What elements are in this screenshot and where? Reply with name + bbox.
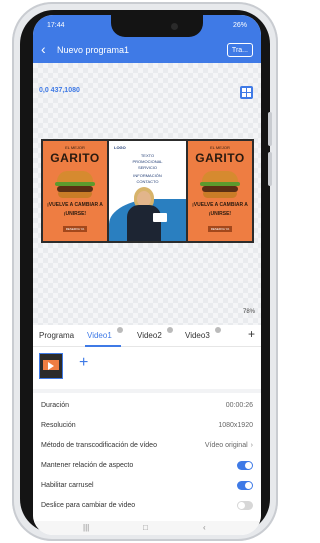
transfer-button[interactable]: Tra... [226,43,253,57]
poster-left-top: EL MEJOR [65,145,85,150]
notch [111,15,203,37]
tab-video2[interactable]: Video2 [137,331,162,340]
poster-left-line1: ¡VUELVE A CAMBIAR A [47,202,103,208]
app-bar: ‹ Nuevo programa1 Tra... [33,37,261,63]
burger-image [200,169,240,199]
transcode-value[interactable]: Vídeo original [205,442,248,449]
poster-right-title: GARITO [195,151,245,165]
resolution-row: Resolución 1080x1920 [41,417,253,435]
add-tab-button[interactable]: + [248,328,255,340]
tab-programa[interactable]: Programa [39,331,74,340]
duration-label: Duración [41,402,70,409]
tab-bar: Programa Video1 Video2 Video3 + [33,325,261,347]
volume-button [268,112,272,146]
carousel-label: Habilitar carrusel [41,482,94,489]
recent-apps-icon[interactable]: ||| [83,523,89,532]
aspect-row: Mantener relación de aspecto [41,457,253,475]
power-button [268,152,272,186]
card-icon [153,213,167,222]
transcode-label: Método de transcodificación de vídeo [41,442,157,449]
poster-center: LOGO TEXTO PROMOCIONAL SERVICIO INFORMAC… [109,139,186,243]
carousel-toggle[interactable] [237,481,253,490]
poster-left-title: GARITO [50,151,100,165]
battery-indicator: 26% [232,22,247,29]
swipe-row: Deslice para cambiar de video [41,497,253,515]
poster-right-top: EL MEJOR [210,145,230,150]
duration-value: 00:00:26 [225,402,253,409]
program-preview[interactable]: EL MEJOR GARITO ¡VUELVE A CAMBIAR A ¡UNI… [41,139,254,243]
poster-right-line1: ¡VUELVE A CAMBIAR A [192,202,248,208]
add-video-button[interactable]: + [79,355,88,371]
chevron-right-icon: › [250,442,253,449]
transcode-row[interactable]: Método de transcodificación de vídeo Víd… [41,437,253,455]
poster-center-logo: LOGO [114,145,126,150]
burger-image [55,169,95,199]
poster-center-line5: CONTACTO [136,179,159,184]
canvas-coordinates: 0,0 437,1080 [39,87,80,94]
poster-left-badge: RESERVA YA [62,226,88,232]
home-icon[interactable]: □ [143,523,148,532]
tab-video1-close-icon[interactable] [117,327,123,333]
video-thumbnail[interactable] [39,353,63,379]
page-title: Nuevo programa1 [57,45,130,55]
video-strip: + [33,347,261,387]
tab-video3[interactable]: Video3 [185,331,210,340]
aspect-label: Mantener relación de aspecto [41,462,134,469]
back-arrow-icon[interactable]: ‹ [41,42,46,56]
poster-center-line1: TEXTO [140,153,155,158]
swipe-label: Deslice para cambiar de video [41,502,136,509]
zoom-level: 78% [242,309,255,315]
resolution-label: Resolución [41,422,76,429]
poster-left: EL MEJOR GARITO ¡VUELVE A CAMBIAR A ¡UNI… [41,139,109,243]
back-nav-icon[interactable]: ‹ [203,523,206,532]
carousel-row: Habilitar carrusel [41,477,253,495]
system-nav-bar: ||| □ ‹ [33,521,261,535]
status-time: 17:44 [47,22,65,29]
poster-center-line4: INFORMACIÓN [133,173,162,178]
editor-canvas[interactable]: 0,0 437,1080 EL MEJOR GARITO ¡VUELVE A C… [33,63,261,325]
poster-right: EL MEJOR GARITO ¡VUELVE A CAMBIAR A ¡UNI… [186,139,254,243]
tab-video1[interactable]: Video1 [87,331,112,340]
phone-screen: 17:44 26% ‹ Nuevo programa1 Tra... 0,0 4… [33,15,261,535]
poster-right-line2: ¡UNIRSE! [208,211,232,217]
duration-row: Duración 00:00:26 [41,397,253,415]
poster-center-line3: SERVICIO [137,165,158,170]
poster-left-line2: ¡UNIRSE! [63,211,87,217]
tab-video2-close-icon[interactable] [167,327,173,333]
swipe-toggle[interactable] [237,501,253,510]
poster-center-line2: PROMOCIONAL [132,159,163,164]
resolution-value: 1080x1920 [218,422,253,429]
tab-video3-close-icon[interactable] [215,327,221,333]
play-icon [48,362,54,370]
properties-panel: Duración 00:00:26 Resolución 1080x1920 M… [33,389,261,535]
grid-layout-icon[interactable] [240,86,253,99]
aspect-toggle[interactable] [237,461,253,470]
camera-icon [171,23,178,30]
poster-right-badge: RESERVA YA [207,226,233,232]
